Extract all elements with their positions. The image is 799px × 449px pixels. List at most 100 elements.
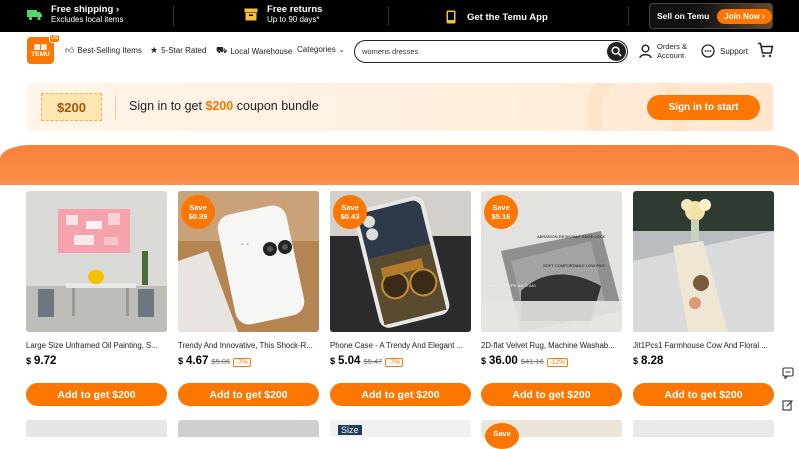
- free-returns-sub: Up to 90 days*: [267, 15, 320, 24]
- save-label: Save: [341, 203, 359, 212]
- chevron-right-icon: ›: [115, 4, 120, 15]
- sell-on-temu-banner[interactable]: Sell on Temu Join Now ›: [649, 3, 773, 29]
- truck-icon: [27, 7, 43, 23]
- divider: [173, 6, 174, 26]
- save-badge: Save $5.16: [484, 195, 518, 229]
- save-amount: $0.43: [340, 212, 360, 221]
- logo-region-badge: US: [49, 34, 60, 43]
- divider: [388, 6, 389, 26]
- rug-label-pile: SOFT COMFORTABLE LOW PILE: [543, 263, 605, 268]
- product-card[interactable]: ABRASION RESISTANT EDGE LOCK SOFT COMFOR…: [481, 191, 622, 406]
- chevron-down-icon: ⌄: [338, 46, 345, 54]
- coupon-badge: $200: [41, 93, 102, 121]
- support-label: Support: [720, 46, 749, 56]
- product-image-partial[interactable]: [633, 420, 774, 437]
- save-amount: $0.39: [188, 212, 208, 221]
- product-image-partial[interactable]: [178, 420, 319, 437]
- product-card[interactable]: Large Size Unframed Oil Painting, S... $…: [26, 191, 167, 406]
- product-image-painting[interactable]: [26, 191, 167, 332]
- orders-label: Orders &: [657, 42, 688, 51]
- price-value: 5.04: [338, 355, 361, 367]
- add-to-cart-button[interactable]: Add to get $200: [26, 383, 167, 406]
- product-title[interactable]: Jit1Pcs1 Farmhouse Cow And Floral ...: [633, 341, 774, 350]
- product-price: $9.72: [26, 355, 167, 367]
- add-to-cart-button[interactable]: Add to get $200: [481, 383, 622, 406]
- return-box-icon: [243, 7, 259, 23]
- product-title[interactable]: Large Size Unframed Oil Painting, S...: [26, 341, 167, 350]
- sign-in-button[interactable]: Sign in to start: [647, 95, 760, 120]
- feedback-button[interactable]: [779, 396, 797, 414]
- free-returns-title: Free returns: [267, 4, 323, 15]
- product-image-partial[interactable]: [26, 420, 167, 437]
- logo-mark-icon: ▦▦: [33, 43, 48, 51]
- product-price: $5.04 $5.47 -7%: [330, 355, 471, 367]
- banner-text-post: coupon bundle: [233, 99, 319, 113]
- sell-label: Sell on Temu: [657, 11, 710, 21]
- original-price: $41.16: [520, 357, 544, 366]
- size-tag: Size: [338, 425, 362, 435]
- save-label: Save: [189, 203, 207, 212]
- add-to-cart-button[interactable]: Add to get $200: [178, 383, 319, 406]
- banner-text-pre: Sign in to get: [129, 99, 206, 113]
- discount-badge: -12%: [546, 358, 568, 367]
- price-value: 8.28: [641, 355, 664, 367]
- save-amount: $5.16: [491, 212, 511, 221]
- product-price: $4.67 $5.06 -7%: [178, 355, 319, 367]
- product-image-phone-case-motorcycle[interactable]: Save $0.43: [330, 191, 471, 332]
- star-badge-icon: ★: [150, 45, 159, 55]
- nav-label: Categories: [297, 45, 336, 54]
- support-chat-icon: [701, 44, 715, 58]
- nav-five-star[interactable]: ★ 5-Star Rated: [150, 45, 206, 56]
- product-card[interactable]: ✦ ✦ Save $0.39 Trendy And Innovative, Thi…: [178, 191, 319, 406]
- phone-icon: [443, 9, 459, 25]
- search-input[interactable]: [362, 44, 592, 58]
- price-currency: $: [178, 356, 184, 366]
- add-to-cart-button[interactable]: Add to get $200: [633, 383, 774, 406]
- product-card[interactable]: Save $0.43 Phone Case - A Trendy And Eleg…: [330, 191, 471, 406]
- banner-text: Sign in to get $200 coupon bundle: [129, 99, 319, 113]
- cart-icon: [758, 42, 774, 58]
- original-price: $5.47: [363, 357, 383, 366]
- price-currency: $: [633, 356, 639, 366]
- nav-best-selling[interactable]: 👍︎ Best-Selling Items: [65, 45, 142, 56]
- support-link[interactable]: Support: [701, 44, 748, 58]
- nav-label: Local Warehouse: [230, 46, 293, 56]
- product-image-table-runner[interactable]: [633, 191, 774, 332]
- cart-button[interactable]: [757, 42, 774, 63]
- discount-badge: -7%: [385, 358, 403, 367]
- free-shipping-sub: Excludes local items: [51, 15, 124, 24]
- nav-local-warehouse[interactable]: ⛟ Local Warehouse: [216, 45, 292, 57]
- product-title[interactable]: 2D-flat Velvet Rug, Machine Washab...: [481, 341, 622, 350]
- product-card[interactable]: Jit1Pcs1 Farmhouse Cow And Floral ... $8…: [633, 191, 774, 406]
- add-to-cart-button[interactable]: Add to get $200: [330, 383, 471, 406]
- price-value: 4.67: [186, 355, 209, 367]
- temu-logo[interactable]: ▦▦ TEMU US: [27, 34, 60, 64]
- product-title[interactable]: Trendy And Innovative, This Shock-R...: [178, 341, 319, 350]
- search-button[interactable]: [607, 42, 626, 61]
- join-now-button[interactable]: Join Now ›: [717, 8, 772, 24]
- product-price: $36.00 $41.16 -12%: [481, 355, 622, 367]
- edit-icon: [782, 400, 793, 411]
- free-returns-promo[interactable]: Free returns Up to 90 days*: [243, 4, 322, 25]
- rug-label-edge: ABRASION RESISTANT EDGE LOCK: [537, 234, 606, 239]
- discount-badge: -7%: [233, 358, 251, 367]
- chat-button[interactable]: [779, 364, 797, 382]
- nav-categories[interactable]: Categories ⌄: [297, 45, 345, 54]
- chat-icon: [782, 367, 794, 379]
- product-image-rug[interactable]: ABRASION RESISTANT EDGE LOCK SOFT COMFOR…: [481, 191, 622, 332]
- get-app-promo[interactable]: Get the Temu App: [443, 9, 548, 25]
- divider: [115, 95, 116, 119]
- join-now-label: Join Now: [724, 11, 760, 21]
- sign-in-coupon-banner: $200 Sign in to get $200 coupon bundle S…: [27, 83, 773, 131]
- orders-account[interactable]: Orders & Account: [639, 42, 687, 60]
- product-image-phone-case-white[interactable]: ✦ ✦ Save $0.39: [178, 191, 319, 332]
- free-shipping-promo[interactable]: Free shipping › Excludes local items: [27, 4, 123, 25]
- product-title[interactable]: Phone Case - A Trendy And Elegant ...: [330, 341, 471, 350]
- free-shipping-title: Free shipping: [51, 4, 114, 15]
- site-header: ▦▦ TEMU US 👍︎ Best-Selling Items ★ 5-Sta…: [0, 32, 799, 70]
- product-image-partial[interactable]: Save: [481, 420, 622, 449]
- thumbs-up-icon: 👍︎: [65, 45, 75, 55]
- logo-text: TEMU: [31, 50, 50, 58]
- product-image-partial[interactable]: Size: [330, 420, 471, 437]
- nav-label: Best-Selling Items: [77, 46, 142, 55]
